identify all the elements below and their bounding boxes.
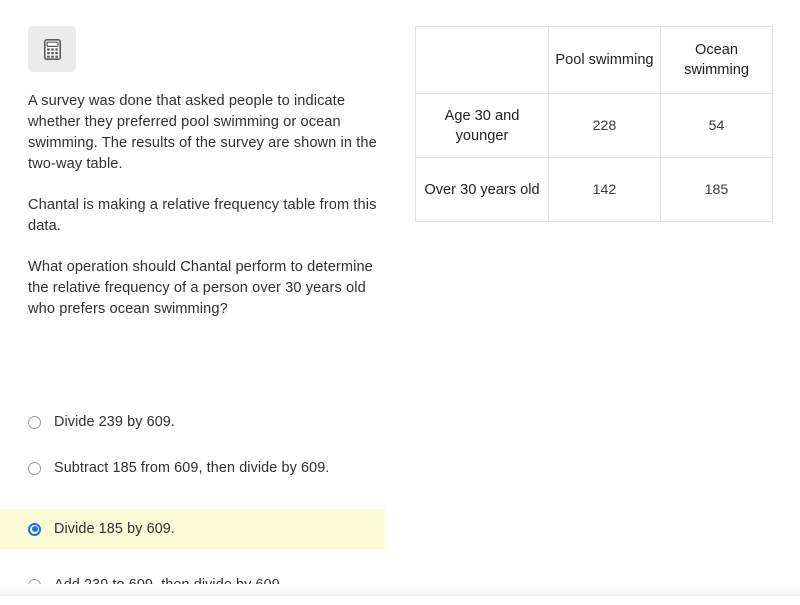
table-header-row: Pool swimming Ocean swimming (415, 26, 773, 94)
prompt-context-text: Chantal is making a relative frequency t… (28, 197, 377, 234)
radio-button-2[interactable] (28, 522, 41, 536)
question-page: A survey was done that asked people to i… (0, 0, 800, 596)
prompt-question-text: What operation should Chantal perform to… (28, 259, 373, 317)
radio-button-1[interactable] (28, 461, 41, 475)
answer-option-0[interactable]: Divide 239 by 609. (0, 402, 385, 442)
table-row-header-young: Age 30 and younger (415, 93, 549, 158)
calculator-tool-button[interactable] (28, 26, 76, 72)
prompt-intro-text: A survey was done that asked people to i… (28, 93, 377, 172)
answer-option-2[interactable]: Divide 185 by 609. (0, 509, 385, 549)
table-row: Over 30 years old 142 185 (415, 157, 773, 222)
answer-option-label-2: Divide 185 by 609. (54, 520, 176, 537)
table-cell-young-pool: 228 (548, 93, 661, 158)
bottom-fade-divider (0, 584, 800, 596)
answer-option-label-0: Divide 239 by 609. (54, 413, 176, 430)
two-way-table: Pool swimming Ocean swimming Age 30 and … (415, 26, 773, 222)
calculator-icon (43, 38, 61, 60)
table-column-header-ocean: Ocean swimming (660, 26, 773, 94)
table-cell-over30-ocean: 185 (660, 157, 773, 222)
table-row-header-over30: Over 30 years old (415, 157, 549, 222)
question-column: A survey was done that asked people to i… (28, 0, 388, 320)
answer-options-list: Divide 239 by 609. Subtract 185 from 609… (0, 402, 800, 605)
answer-option-1[interactable]: Subtract 185 from 609, then divide by 60… (0, 442, 385, 494)
table-cell-young-ocean: 54 (660, 93, 773, 158)
table-column-header-pool: Pool swimming (548, 26, 661, 94)
table-corner-cell (415, 26, 549, 94)
radio-button-0[interactable] (28, 415, 41, 429)
answer-option-label-1: Subtract 185 from 609, then divide by 60… (54, 459, 330, 476)
table-cell-over30-pool: 142 (548, 157, 661, 222)
table-row: Age 30 and younger 228 54 (415, 93, 773, 158)
